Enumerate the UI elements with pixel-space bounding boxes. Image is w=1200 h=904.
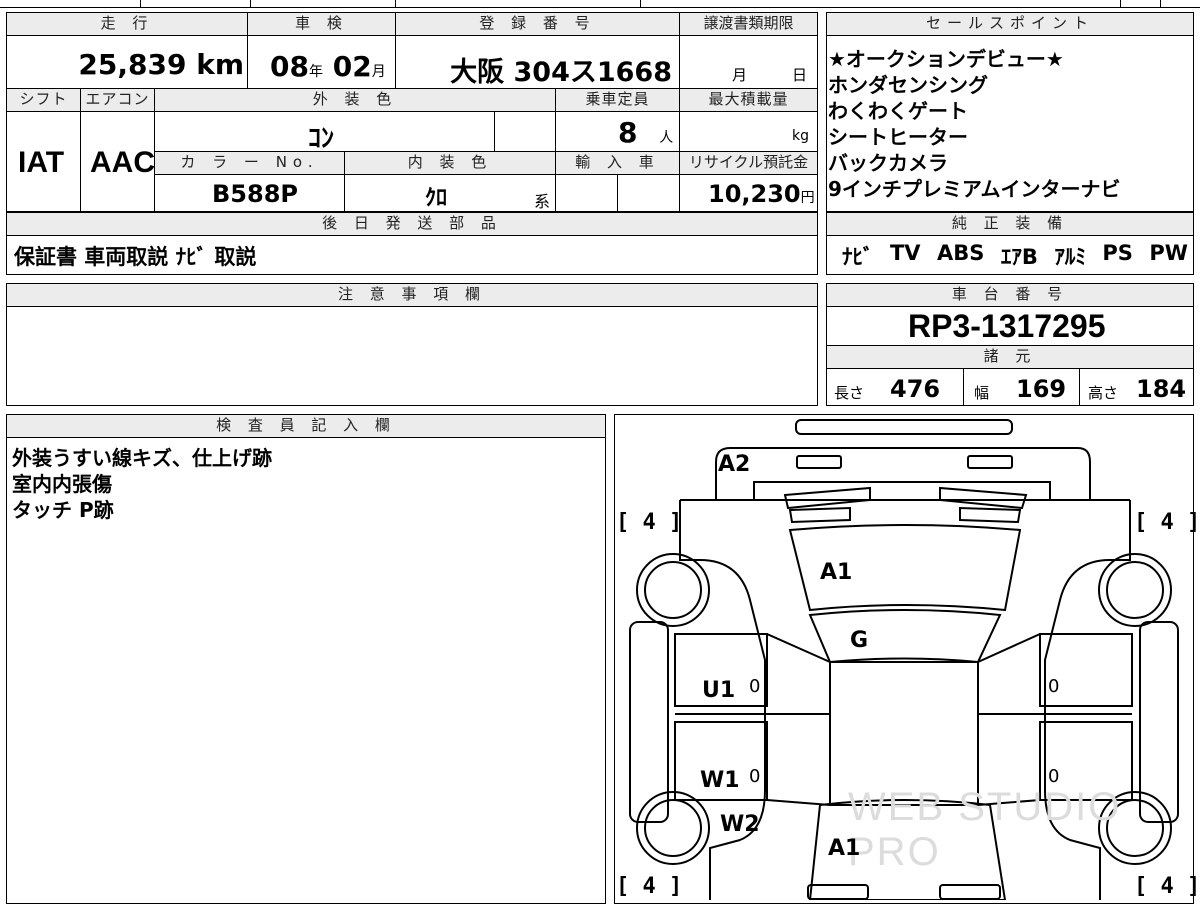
- inspector-note-line: タッチ P跡: [12, 498, 114, 522]
- equipment-item: PW: [1149, 241, 1188, 265]
- interior-color-suffix: 系: [534, 192, 551, 211]
- capacity-header: 乗車定員: [555, 88, 680, 112]
- mileage-value: 25,839 km: [78, 48, 244, 81]
- spec-height-label: 高さ: [1088, 384, 1119, 402]
- spec-length-label: 長さ: [834, 384, 865, 402]
- specs-header: 諸 元: [826, 345, 1194, 369]
- top-cut-strip: [0, 0, 1200, 8]
- spec-length-value: 476: [890, 375, 941, 403]
- genuine-equipment-header: 純 正 装 備: [826, 212, 1194, 236]
- inspection-month: 02: [332, 50, 372, 83]
- later-parts-value: 保証書 車両取説 ﾅﾋﾞ 取説: [14, 245, 257, 269]
- max-load-header: 最大積載量: [679, 88, 818, 112]
- capacity-unit: 人: [659, 130, 674, 146]
- damage-label-u1: U1: [702, 678, 736, 703]
- top-cut-divider: [1120, 0, 1121, 8]
- door-mark-right-rear: 0: [1048, 766, 1060, 787]
- equipment-list: ﾅﾋﾞ TV ABS ｴｱB ｱﾙﾐ PS PW: [842, 241, 1188, 271]
- interior-color-header: 内 装 色: [344, 151, 556, 175]
- mileage-number: 25,839: [78, 48, 187, 81]
- watermark: WEB STUDIO PRO: [848, 785, 1122, 874]
- imported-header: 輸 入 車: [555, 151, 680, 175]
- recycle-fee-header: リサイクル預託金: [679, 151, 818, 175]
- capacity-value: 8 人: [618, 116, 673, 149]
- top-cut-divider: [250, 0, 251, 8]
- sales-point-item: 9インチプレミアムインターナビ: [828, 177, 1121, 201]
- exterior-color-header: 外 装 色: [154, 88, 556, 112]
- color-no-header: カ ラ ー No.: [154, 151, 345, 175]
- inspection-year-unit: 年: [308, 64, 323, 80]
- sales-point-item: ホンダセンシング: [828, 73, 988, 97]
- inspector-note-line: 室内内張傷: [12, 472, 112, 496]
- top-cut-divider: [1160, 0, 1161, 8]
- max-load-unit: kg: [792, 128, 809, 144]
- spec-width-label: 幅: [974, 384, 990, 402]
- inspection-year: 08: [270, 50, 309, 83]
- recycle-fee-value: 10,230円: [708, 180, 815, 208]
- inspector-notes-header: 検 査 員 記 入 欄: [6, 414, 606, 438]
- chassis-number-header: 車 台 番 号: [826, 283, 1194, 307]
- mileage-unit: km: [196, 48, 244, 81]
- shift-value: IAT: [18, 146, 65, 179]
- damage-label-w1: W1: [700, 768, 740, 793]
- imported-cell-right: [617, 174, 680, 212]
- top-cut-divider: [640, 0, 641, 8]
- top-cut-divider: [140, 0, 141, 8]
- tire-depth-front-right: [ 4 ]: [1134, 510, 1200, 535]
- sales-points-header: セールスポイント: [826, 12, 1194, 36]
- exterior-color-extra-cell: [494, 111, 556, 152]
- inspector-note-line: 外装うすい線キズ、仕上げ跡: [12, 446, 272, 470]
- equipment-item: ABS: [937, 241, 985, 265]
- inspection-month-unit: 月: [371, 64, 386, 80]
- aircon-value: AAC: [90, 146, 155, 179]
- color-no-value: B588P: [212, 180, 298, 208]
- sales-point-item: バックカメラ: [828, 151, 948, 175]
- tire-depth-rear-right: [ 4 ]: [1134, 874, 1200, 899]
- door-mark-left-front: 0: [749, 676, 761, 697]
- door-mark-right-front: 0: [1048, 676, 1060, 697]
- sales-point-item: わくわくゲート: [828, 99, 968, 123]
- aircon-header: エアコン: [80, 88, 155, 112]
- shift-header: シフト: [6, 88, 81, 112]
- equipment-item: PS: [1102, 241, 1133, 265]
- top-cut-divider: [395, 0, 396, 8]
- imported-cell-left: [555, 174, 618, 212]
- damage-label-g: G: [850, 628, 869, 653]
- spec-width-value: 169: [1016, 375, 1067, 403]
- exterior-color-value: ｺﾝ: [308, 124, 335, 154]
- damage-label-w2: W2: [720, 812, 760, 837]
- transfer-day-unit: 日: [792, 66, 808, 84]
- equipment-item: ｱﾙﾐ: [1054, 245, 1086, 269]
- transfer-deadline-header: 譲渡書類期限: [679, 12, 818, 36]
- damage-label-a1-front: A1: [820, 560, 853, 585]
- tire-depth-front-left: [ 4 ]: [616, 510, 683, 535]
- recycle-fee-number: 10,230: [708, 180, 801, 208]
- chassis-number-value: RP3-1317295: [908, 308, 1106, 344]
- sales-point-item: シートヒーター: [828, 125, 968, 149]
- transfer-month-unit: 月: [732, 66, 748, 84]
- equipment-item: ｴｱB: [1000, 245, 1038, 269]
- damage-label-a2: A2: [718, 452, 751, 477]
- sales-point-item: ★オークションデビュー★: [828, 47, 1064, 71]
- door-mark-left-rear: 0: [749, 766, 761, 787]
- tire-depth-rear-left: [ 4 ]: [616, 874, 683, 899]
- later-parts-header: 後 日 発 送 部 品: [6, 212, 818, 236]
- interior-color-cell: [344, 174, 556, 212]
- notes-header: 注 意 事 項 欄: [6, 283, 818, 307]
- mileage-header: 走 行: [6, 12, 248, 36]
- registration-header: 登 録 番 号: [395, 12, 680, 36]
- damage-label-a1-rear: A1: [828, 836, 861, 861]
- recycle-fee-unit: 円: [800, 190, 815, 206]
- inspection-header: 車 検: [247, 12, 396, 36]
- inspection-value: 08年 02月: [270, 50, 386, 83]
- equipment-item: ﾅﾋﾞ: [842, 245, 874, 269]
- registration-value: 大阪 304ス1668: [450, 57, 672, 88]
- equipment-item: TV: [889, 241, 921, 265]
- interior-color-value: ｸﾛ: [425, 186, 448, 211]
- capacity-number: 8: [618, 116, 638, 149]
- spec-height-value: 184: [1136, 375, 1187, 403]
